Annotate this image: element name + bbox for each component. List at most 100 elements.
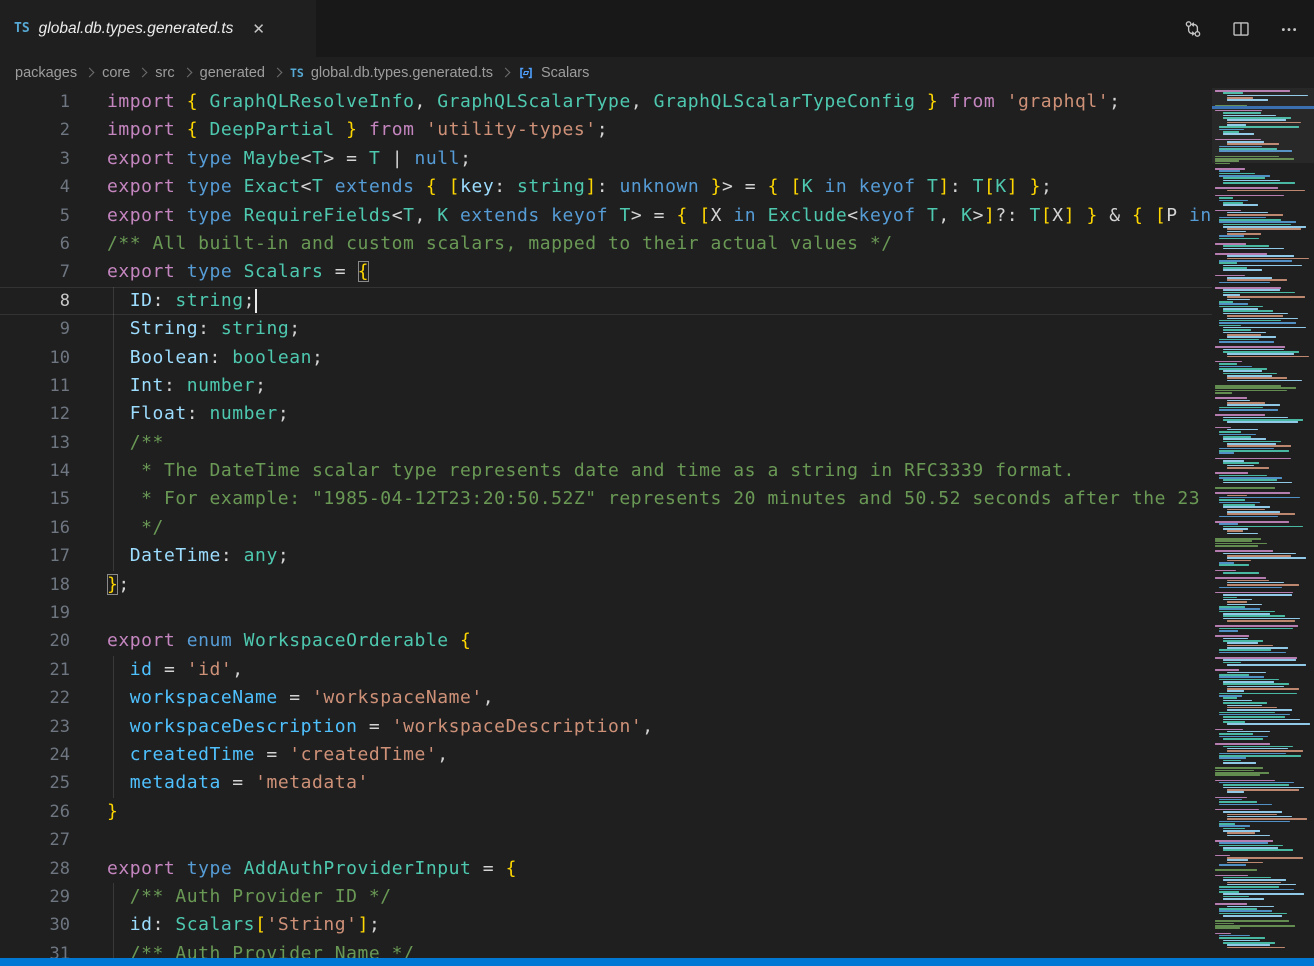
line-number[interactable]: 26: [0, 798, 70, 826]
line-number[interactable]: 24: [0, 741, 70, 769]
code-text: ID: string;: [70, 287, 255, 315]
code-text: export type Scalars = {: [70, 258, 369, 286]
line-number[interactable]: 13: [0, 429, 70, 457]
line-number[interactable]: 15: [0, 485, 70, 513]
code-line-18[interactable]: 18};: [0, 571, 1212, 599]
code-line-3[interactable]: 3export type Maybe<T> = T | null;: [0, 145, 1212, 173]
code-line-30[interactable]: 30 id: Scalars['String'];: [0, 911, 1212, 939]
tab-bar: TS global.db.types.generated.ts ✕: [0, 0, 1314, 57]
line-number[interactable]: 31: [0, 940, 70, 958]
code-text: Float: number;: [70, 400, 289, 428]
minimap-viewport[interactable]: [1212, 88, 1314, 163]
line-number[interactable]: 22: [0, 684, 70, 712]
breadcrumb-file[interactable]: global.db.types.generated.ts: [311, 65, 493, 81]
code-line-9[interactable]: 9 String: string;: [0, 315, 1212, 343]
code-lines[interactable]: 1import { GraphQLResolveInfo, GraphQLSca…: [0, 88, 1212, 958]
breadcrumb-src[interactable]: src: [155, 65, 174, 81]
typescript-file-icon: TS: [290, 66, 304, 80]
line-number[interactable]: 30: [0, 911, 70, 939]
code-text: Boolean: boolean;: [70, 344, 323, 372]
breadcrumb-symbol-scalars[interactable]: Scalars: [541, 65, 589, 81]
code-text: workspaceName = 'workspaceName',: [70, 684, 494, 712]
code-line-16[interactable]: 16 */: [0, 514, 1212, 542]
typescript-file-icon: TS: [14, 21, 30, 36]
code-line-19[interactable]: 19: [0, 599, 1212, 627]
line-number[interactable]: 6: [0, 230, 70, 258]
minimap[interactable]: [1212, 88, 1314, 958]
code-line-1[interactable]: 1import { GraphQLResolveInfo, GraphQLSca…: [0, 88, 1212, 116]
code-line-13[interactable]: 13 /**: [0, 429, 1212, 457]
line-number[interactable]: 14: [0, 457, 70, 485]
line-number[interactable]: 21: [0, 656, 70, 684]
code-line-23[interactable]: 23 workspaceDescription = 'workspaceDesc…: [0, 713, 1212, 741]
code-line-5[interactable]: 5export type RequireFields<T, K extends …: [0, 202, 1212, 230]
line-number[interactable]: 25: [0, 769, 70, 797]
code-line-14[interactable]: 14 * The DateTime scalar type represents…: [0, 457, 1212, 485]
code-line-28[interactable]: 28export type AddAuthProviderInput = {: [0, 855, 1212, 883]
code-line-8[interactable]: 8 ID: string;: [0, 287, 1212, 315]
line-number[interactable]: 27: [0, 826, 70, 854]
code-text: * For example: "1985-04-12T23:20:50.52Z"…: [70, 485, 1200, 513]
line-number[interactable]: 5: [0, 202, 70, 230]
code-line-2[interactable]: 2import { DeepPartial } from 'utility-ty…: [0, 116, 1212, 144]
more-actions-icon[interactable]: [1280, 20, 1298, 38]
code-text: import { GraphQLResolveInfo, GraphQLScal…: [70, 88, 1121, 116]
line-number[interactable]: 11: [0, 372, 70, 400]
breadcrumb-core[interactable]: core: [102, 65, 130, 81]
code-line-26[interactable]: 26}: [0, 798, 1212, 826]
line-number[interactable]: 12: [0, 400, 70, 428]
code-line-29[interactable]: 29 /** Auth Provider ID */: [0, 883, 1212, 911]
code-text: String: string;: [70, 315, 301, 343]
code-text: }: [70, 798, 118, 826]
breadcrumb-packages[interactable]: packages: [15, 65, 77, 81]
code-text: * The DateTime scalar type represents da…: [70, 457, 1075, 485]
line-number[interactable]: 28: [0, 855, 70, 883]
split-editor-icon[interactable]: [1232, 20, 1250, 38]
code-line-22[interactable]: 22 workspaceName = 'workspaceName',: [0, 684, 1212, 712]
chevron-right-icon: [138, 68, 148, 78]
line-number[interactable]: 10: [0, 344, 70, 372]
code-line-11[interactable]: 11 Int: number;: [0, 372, 1212, 400]
breadcrumb-generated[interactable]: generated: [200, 65, 265, 81]
code-line-17[interactable]: 17 DateTime: any;: [0, 542, 1212, 570]
tab-title: global.db.types.generated.ts: [39, 20, 234, 38]
code-text: Int: number;: [70, 372, 266, 400]
code-text: export type Maybe<T> = T | null;: [70, 145, 471, 173]
code-line-21[interactable]: 21 id = 'id',: [0, 656, 1212, 684]
code-text: id = 'id',: [70, 656, 244, 684]
code-line-31[interactable]: 31 /** Auth Provider Name */: [0, 940, 1212, 958]
code-line-27[interactable]: 27: [0, 826, 1212, 854]
code-text: DateTime: any;: [70, 542, 289, 570]
code-line-4[interactable]: 4export type Exact<T extends { [key: str…: [0, 173, 1212, 201]
line-number[interactable]: 29: [0, 883, 70, 911]
line-number[interactable]: 3: [0, 145, 70, 173]
line-number[interactable]: 9: [0, 315, 70, 343]
line-number[interactable]: 8: [0, 287, 70, 315]
code-line-15[interactable]: 15 * For example: "1985-04-12T23:20:50.5…: [0, 485, 1212, 513]
code-text: import { DeepPartial } from 'utility-typ…: [70, 116, 608, 144]
tab-global-db-types[interactable]: TS global.db.types.generated.ts ✕: [0, 0, 316, 57]
status-bar[interactable]: [0, 958, 1314, 966]
tab-close-icon[interactable]: ✕: [252, 20, 265, 38]
line-number[interactable]: 23: [0, 713, 70, 741]
line-number[interactable]: 17: [0, 542, 70, 570]
code-text: metadata = 'metadata': [70, 769, 369, 797]
line-number[interactable]: 16: [0, 514, 70, 542]
line-number[interactable]: 7: [0, 258, 70, 286]
code-line-6[interactable]: 6/** All built-in and custom scalars, ma…: [0, 230, 1212, 258]
line-number[interactable]: 18: [0, 571, 70, 599]
code-text: export type RequireFields<T, K extends k…: [70, 202, 1212, 230]
line-number[interactable]: 1: [0, 88, 70, 116]
line-number[interactable]: 2: [0, 116, 70, 144]
open-changes-icon[interactable]: [1184, 20, 1202, 38]
code-line-20[interactable]: 20export enum WorkspaceOrderable {: [0, 627, 1212, 655]
line-number[interactable]: 19: [0, 599, 70, 627]
code-line-24[interactable]: 24 createdTime = 'createdTime',: [0, 741, 1212, 769]
line-number[interactable]: 20: [0, 627, 70, 655]
code-line-25[interactable]: 25 metadata = 'metadata': [0, 769, 1212, 797]
line-number[interactable]: 4: [0, 173, 70, 201]
code-line-12[interactable]: 12 Float: number;: [0, 400, 1212, 428]
code-line-7[interactable]: 7export type Scalars = {: [0, 258, 1212, 286]
code-editor[interactable]: 1import { GraphQLResolveInfo, GraphQLSca…: [0, 88, 1212, 958]
code-line-10[interactable]: 10 Boolean: boolean;: [0, 344, 1212, 372]
